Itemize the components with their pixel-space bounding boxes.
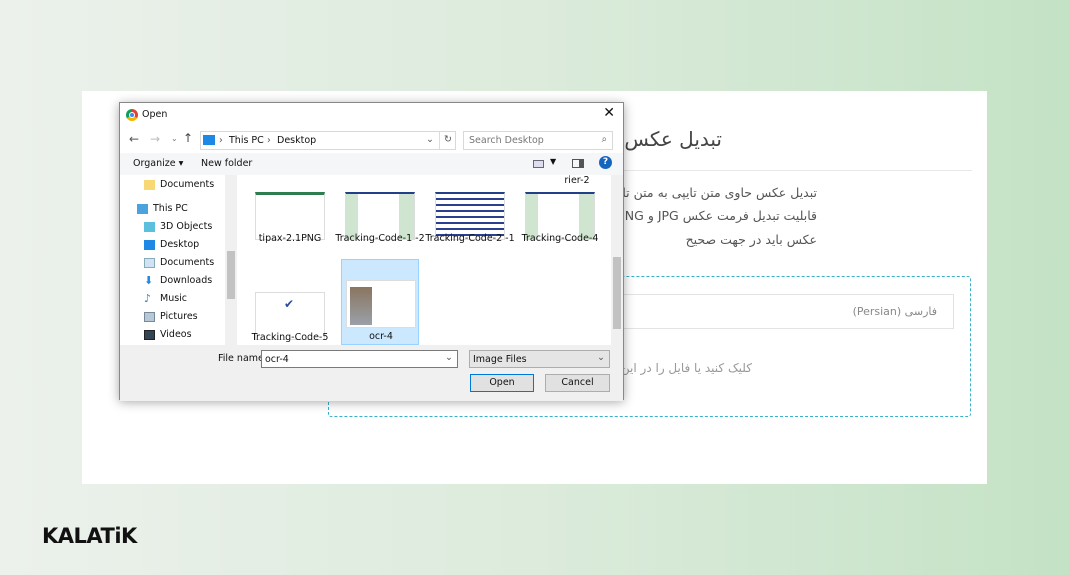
view-dropdown-icon[interactable]: ▼ [550,157,556,166]
cube-icon [144,221,155,232]
file-name: ocr-4 [369,331,393,342]
nav-label: Documents [160,257,215,268]
refresh-icon[interactable]: ↻ [439,132,452,149]
drop-hint: کلیک کنید یا فایل را در این [620,361,752,375]
chevron-down-icon[interactable]: ⌄ [426,134,434,145]
close-icon[interactable]: ✕ [603,105,615,121]
forward-arrow-icon[interactable]: → [150,132,160,146]
dialog-title-bar[interactable]: Open ✕ [120,103,623,127]
search-placeholder: Search Desktop [469,135,544,146]
nav-label: Music [160,293,188,304]
file-name-input[interactable]: ocr-4 ⌄ [261,350,458,368]
pictures-icon [144,311,155,322]
nav-videos[interactable]: Videos [144,329,192,340]
computer-icon [137,203,148,214]
new-folder-button[interactable]: New folder [201,158,252,169]
file-type-select[interactable]: Image Files ⌄ [469,350,610,368]
kalatik-logo: KALATiK [42,524,137,548]
nav-label: 3D Objects [160,221,213,232]
dialog-footer: File name: ocr-4 ⌄ Image Files ⌄ Open Canc… [120,345,623,401]
file-name-value: ocr-4 [265,354,289,365]
nav-documents[interactable]: Documents [144,257,214,268]
nav-pictures[interactable]: Pictures [144,311,198,322]
file-thumbnail [346,280,416,328]
nav-music[interactable]: ♪ Music [144,291,188,305]
nav-this-pc[interactable]: This PC [137,203,188,214]
nav-3d-objects[interactable]: 3D Objects [144,221,212,232]
documents-icon [144,257,155,268]
chevron-down-icon[interactable]: ⌄ [445,352,453,363]
nav-desktop[interactable]: Desktop [144,239,199,250]
file-list: rier-2 tipax-2.1PNG Tracking-Code-1 -2 T… [238,175,623,345]
navigation-pane: Documents This PC 3D Objects Desktop Doc… [120,175,237,345]
file-item-selected[interactable]: ocr-4 [341,259,419,345]
files-scrollbar[interactable] [611,175,623,345]
dialog-title: Open [142,109,168,120]
address-bar[interactable]: › This PC › Desktop ⌄ ↻ [200,131,456,150]
nav-label: Videos [160,329,192,340]
nav-label: This PC [153,203,188,214]
cancel-button[interactable]: Cancel [545,374,610,392]
search-input[interactable]: Search Desktop ⌕ [463,131,613,150]
language-select[interactable]: فارسی (Persian) [602,294,954,329]
file-name[interactable]: tipax-2.1PNG [245,233,335,244]
feature-bullet: عکس باید در جهت صحیح [685,232,817,247]
music-icon: ♪ [144,291,152,305]
file-name[interactable]: Tracking-Code-4 [515,233,605,244]
open-file-dialog: Open ✕ ← → ⌄ ↑ › This PC › Desktop ⌄ ↻ S… [119,102,624,401]
file-name[interactable]: Tracking-Code-5 [245,332,335,343]
nav-scrollbar-thumb[interactable] [227,251,235,299]
file-type-value: Image Files [473,354,527,365]
feature-bullet: قابلیت تبدیل فرمت عکس JPG و NG [624,208,817,223]
dialog-toolbar: Organize ▾ New folder ▼ ? [120,153,623,175]
nav-label: Documents [160,179,215,190]
videos-icon [144,329,155,340]
file-name[interactable]: Tracking-Code-1 -2 [335,233,425,244]
file-name-label: File name: [218,353,268,364]
open-button[interactable]: Open [470,374,534,392]
computer-icon [203,135,215,145]
feature-bullet: تبدیل عکس حاوی متن تایپی به متن تای [612,185,817,200]
help-icon[interactable]: ? [599,156,612,169]
chevron-down-icon: ⌄ [597,352,605,363]
folder-icon [144,179,155,190]
desktop-icon [144,239,155,250]
nav-label: Pictures [160,311,198,322]
breadcrumb-this-pc[interactable]: This PC [229,135,264,146]
download-icon: ⬇ [144,273,154,287]
preview-pane-icon[interactable] [572,159,584,168]
nav-label: Desktop [160,239,200,250]
files-scrollbar-thumb[interactable] [613,257,621,329]
partial-file-label: rier-2 [564,175,590,186]
nav-documents-quick[interactable]: Documents [144,179,214,190]
nav-scrollbar[interactable] [225,175,237,345]
nav-downloads[interactable]: ⬇ Downloads [144,273,213,287]
breadcrumb-desktop[interactable]: Desktop [277,135,316,146]
recent-chevron-icon[interactable]: ⌄ [171,134,178,143]
nav-label: Downloads [160,275,213,286]
language-select-value: فارسی (Persian) [852,305,937,318]
view-icon[interactable] [533,160,544,168]
organize-button[interactable]: Organize ▾ [133,158,183,169]
search-icon: ⌕ [601,134,607,145]
back-arrow-icon[interactable]: ← [129,132,139,146]
up-arrow-icon[interactable]: ↑ [183,131,193,145]
file-name[interactable]: Tracking-Code-2 -1 [425,233,515,244]
chrome-icon [126,109,138,121]
divider [622,170,972,171]
